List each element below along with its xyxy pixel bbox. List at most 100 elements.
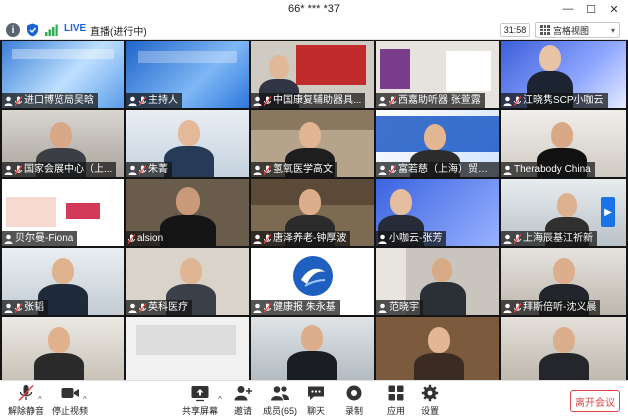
video-tile[interactable]: 张韬: [2, 248, 124, 315]
video-tile[interactable]: 小咖云-张芳: [376, 179, 499, 246]
members-label: 成员(65): [262, 406, 297, 416]
video-tile[interactable]: 健康报 朱永基: [251, 248, 374, 315]
participant-name: 江晓隽SCP小咖云: [523, 95, 604, 106]
user-icon: [4, 165, 13, 175]
user-icon: [128, 96, 137, 106]
settings-button[interactable]: 设置: [418, 384, 442, 418]
video-options-caret[interactable]: ^: [83, 395, 87, 404]
video-tile[interactable]: [126, 317, 249, 380]
invite-label: 邀请: [233, 406, 252, 416]
share-options-caret[interactable]: ^: [218, 395, 222, 404]
mute-label: 解除静音: [7, 406, 44, 416]
shield-icon[interactable]: [25, 23, 39, 37]
record-icon: [344, 384, 364, 402]
participant-name-tag: alsion: [126, 231, 168, 246]
minimize-button[interactable]: —: [560, 2, 576, 16]
meeting-window: 66* *** *37 — ☐ ✕ i LIVE 直播(进行中) 31:58 宫…: [0, 0, 628, 419]
mic-muted-icon: [263, 95, 272, 106]
video-tile[interactable]: [501, 317, 626, 380]
mic-muted-icon: [513, 95, 522, 106]
participant-name-tag: 英科医疗: [126, 300, 192, 315]
participant-name: Therabody China: [514, 164, 591, 175]
info-icon[interactable]: i: [6, 23, 20, 37]
apps-label: 应用: [386, 406, 405, 416]
video-tile[interactable]: 中国康复辅助器具...: [251, 41, 374, 108]
user-icon: [253, 165, 262, 175]
video-tile[interactable]: 氢氧医学高文: [251, 110, 374, 177]
video-tile[interactable]: 国家会展中心（上...: [2, 110, 124, 177]
user-icon: [128, 303, 137, 313]
mic-muted-icon: [388, 95, 397, 106]
close-button[interactable]: ✕: [606, 2, 622, 16]
participant-name: 中国康复辅助器具...: [273, 95, 362, 106]
video-tile[interactable]: 朱菁: [126, 110, 249, 177]
mic-muted-icon: [513, 233, 522, 244]
view-mode-button[interactable]: 宫格视图 ▾: [535, 22, 620, 38]
video-tile[interactable]: Therabody China: [501, 110, 626, 177]
video-tile[interactable]: 进口博览局吴晗: [2, 41, 124, 108]
participant-name-tag: 氢氧医学高文: [251, 162, 337, 177]
members-icon: [270, 384, 290, 402]
participant-name-tag: 小咖云-张芳: [376, 231, 447, 246]
participant-name-tag: 范晓宇: [376, 300, 423, 315]
user-icon: [253, 96, 262, 106]
video-tile[interactable]: [376, 317, 499, 380]
window-title: 66* *** *37: [288, 3, 340, 15]
participant-name: 富若慈（上海）贸易...: [398, 164, 495, 175]
participant-name: 贝尔曼-Fiona: [15, 233, 74, 244]
chat-button[interactable]: 聊天: [304, 384, 328, 418]
video-tile[interactable]: 富若慈（上海）贸易...: [376, 110, 499, 177]
participant-name: 唐泽养老-钟厚波: [273, 233, 347, 244]
participant-name: 健康报 朱永基: [273, 302, 336, 313]
mic-muted-icon: [14, 302, 23, 313]
invite-icon: [233, 384, 253, 402]
video-tile[interactable]: 贝尔曼-Fiona: [2, 179, 124, 246]
title-bar: 66* *** *37 — ☐ ✕: [0, 0, 628, 20]
participant-name-tag: 上海辰基江祈新: [501, 231, 597, 246]
video-tile[interactable]: 范晓宇: [376, 248, 499, 315]
participant-name-tag: Therabody China: [501, 162, 595, 177]
user-icon: [503, 234, 512, 244]
video-tile[interactable]: 拜斯倍听-沈义晨: [501, 248, 626, 315]
stop-video-label: 停止视频: [51, 406, 88, 416]
members-button[interactable]: 成员(65): [262, 384, 298, 418]
participant-name: 进口博览局吴晗: [24, 95, 94, 106]
video-tile[interactable]: 英科医疗: [126, 248, 249, 315]
video-tile[interactable]: ▶ 上海辰基江祈新: [501, 179, 626, 246]
mic-muted-icon: [513, 302, 522, 313]
apps-button[interactable]: 应用: [384, 384, 408, 418]
participant-name: 张韬: [24, 302, 44, 313]
record-button[interactable]: 录制: [342, 384, 366, 418]
video-tile[interactable]: alsion: [126, 179, 249, 246]
invite-button[interactable]: 邀请: [230, 384, 256, 418]
participant-name-tag: 张韬: [2, 300, 48, 315]
maximize-button[interactable]: ☐: [583, 2, 599, 16]
signal-icon[interactable]: [44, 23, 58, 37]
video-tile[interactable]: [251, 317, 374, 380]
video-tile[interactable]: 主持人: [126, 41, 249, 108]
next-page-button[interactable]: ▶: [601, 197, 615, 227]
user-icon: [4, 303, 13, 313]
mic-muted-icon: [14, 95, 23, 106]
live-label[interactable]: LIVE: [64, 23, 86, 34]
mic-muted-icon: [14, 164, 23, 175]
video-tile[interactable]: 唐泽养老-钟厚波: [251, 179, 374, 246]
mic-muted-icon: [127, 233, 136, 244]
live-status[interactable]: 直播(进行中): [90, 23, 147, 38]
meeting-timer: 31:58: [500, 23, 530, 37]
video-tile[interactable]: 江晓隽SCP小咖云: [501, 41, 626, 108]
mic-muted-icon: [138, 95, 147, 106]
chat-label: 聊天: [306, 406, 325, 416]
participant-name: 上海辰基江祈新: [523, 233, 593, 244]
participant-name-tag: 国家会展中心（上...: [2, 162, 117, 177]
share-screen-button[interactable]: 共享屏幕: [182, 384, 218, 418]
participant-name: 主持人: [148, 95, 178, 106]
participant-name-tag: 中国康复辅助器具...: [251, 93, 366, 108]
leave-meeting-button[interactable]: 离开会议: [570, 390, 620, 412]
video-tile[interactable]: 西嘉助听器 张萱露: [376, 41, 499, 108]
mic-muted-icon: [16, 384, 36, 402]
participant-name-tag: 主持人: [126, 93, 182, 108]
participant-name: 英科医疗: [148, 302, 188, 313]
video-tile[interactable]: [2, 317, 124, 380]
audio-options-caret[interactable]: ^: [38, 395, 42, 404]
